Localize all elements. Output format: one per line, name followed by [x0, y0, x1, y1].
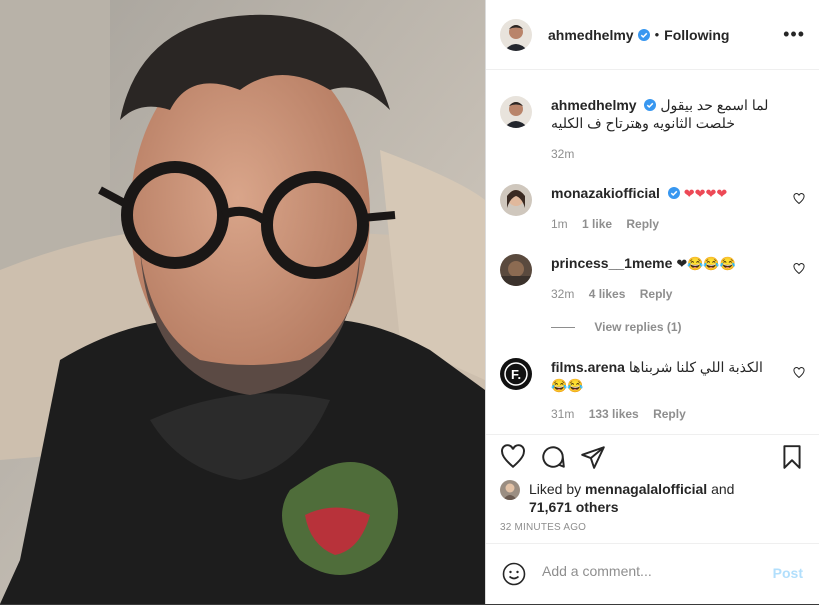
comment-time[interactable]: 1m	[551, 217, 568, 231]
comment-avatar[interactable]	[500, 254, 532, 286]
emoji-icon[interactable]	[502, 562, 526, 586]
post-timestamp[interactable]: 32 MINUTES AGO	[500, 522, 586, 533]
comment-body: princess__1meme ❤😂😂😂	[551, 254, 775, 273]
verified-badge-icon	[667, 187, 680, 199]
like-heart-icon[interactable]	[500, 444, 526, 470]
caption-username[interactable]: ahmedhelmy	[551, 97, 637, 113]
comments-list: ahmedhelmy لما اسمع حد بيقول خلصت الثانو…	[486, 70, 819, 435]
verified-badge-icon	[644, 99, 657, 111]
avatar-image	[500, 184, 532, 216]
post-image	[0, 0, 485, 604]
comment-avatar[interactable]: F.	[500, 358, 532, 390]
comment-username[interactable]: princess__1meme	[551, 255, 672, 271]
comment-text: ❤❤❤❤	[683, 186, 728, 201]
caption-time[interactable]: 32m	[551, 147, 574, 161]
reply-button[interactable]: Reply	[653, 407, 686, 421]
author-avatar[interactable]	[500, 18, 532, 51]
action-bar	[500, 444, 805, 472]
comment-time[interactable]: 32m	[551, 287, 574, 301]
post-header: ahmedhelmy • Following •••	[486, 0, 819, 70]
comment-meta: 31m 133 likes Reply	[551, 407, 697, 421]
comment-input[interactable]	[540, 562, 764, 580]
comment-meta: 1m 1 like Reply	[551, 217, 670, 231]
following-button[interactable]: Following	[664, 27, 729, 43]
comment-item: F. films.arena الكذبة اللي كلنا شربناها …	[500, 358, 805, 424]
comment-emoji: 😂😂	[551, 378, 584, 393]
comment-text: ❤😂😂😂	[676, 256, 736, 271]
liker-username[interactable]: menn­agalalofficial	[585, 481, 707, 497]
caption: ahmedhelmy لما اسمع حد بيقول خلصت الثانو…	[500, 96, 805, 161]
avatar-image	[500, 18, 532, 51]
svg-text:F.: F.	[511, 367, 521, 382]
view-replies[interactable]: View replies (1)	[551, 320, 693, 334]
author-username[interactable]: ahmedhelmy	[548, 27, 634, 43]
replies-divider	[551, 327, 575, 329]
reply-button[interactable]: Reply	[626, 217, 659, 231]
avatar-image	[500, 96, 532, 128]
reply-button[interactable]: Reply	[640, 287, 673, 301]
comment-meta: 32m 4 likes Reply	[551, 287, 683, 301]
comment-text: الكذبة اللي كلنا شربناها	[628, 359, 763, 375]
post-side-panel: ahmedhelmy • Following ••• ahmedhelmy لم…	[485, 0, 819, 604]
comment-icon[interactable]	[540, 444, 566, 470]
caption-meta: 32m	[551, 147, 585, 161]
avatar-image	[500, 254, 532, 286]
caption-avatar[interactable]	[500, 96, 532, 128]
view-replies-label[interactable]: View replies (1)	[594, 320, 681, 334]
share-icon[interactable]	[580, 444, 606, 470]
verified-badge-icon	[637, 28, 650, 41]
comment-time[interactable]: 31m	[551, 407, 574, 421]
likes-count[interactable]: 71,671 others	[529, 499, 619, 515]
liked-and-label: and	[711, 481, 735, 497]
comment-body: films.arena الكذبة اللي كلنا شربناها 😂😂	[551, 358, 775, 395]
separator-dot: •	[654, 27, 660, 42]
likes-summary: Liked by menn­agalalofficial and 71,671 …	[500, 480, 805, 516]
comment-likes[interactable]: 4 likes	[589, 287, 626, 301]
save-bookmark-icon[interactable]	[779, 444, 805, 470]
comment-username[interactable]: films.arena	[551, 359, 625, 375]
like-comment-heart-icon[interactable]	[793, 367, 805, 379]
post-comment-button[interactable]: Post	[773, 565, 803, 581]
liked-by-label: Liked by	[529, 481, 582, 497]
comment-username[interactable]: monazakiofficial	[551, 185, 660, 201]
comment-item: monazakiofficial ❤❤❤❤ 1m 1 like Reply	[500, 184, 805, 234]
comment-likes[interactable]: 1 like	[582, 217, 612, 231]
liker-avatar[interactable]	[500, 480, 520, 500]
avatar-image: F.	[500, 358, 532, 390]
more-options-icon[interactable]: •••	[783, 24, 805, 45]
caption-body: ahmedhelmy لما اسمع حد بيقول خلصت الثانو…	[551, 96, 805, 132]
like-comment-heart-icon[interactable]	[793, 193, 805, 205]
comment-likes[interactable]: 133 likes	[589, 407, 639, 421]
comment-body: monazakiofficial ❤❤❤❤	[551, 184, 775, 203]
add-comment-bar: Post	[486, 543, 819, 605]
post-photo[interactable]	[0, 0, 485, 604]
like-comment-heart-icon[interactable]	[793, 263, 805, 275]
comment-avatar[interactable]	[500, 184, 532, 216]
avatar-image	[500, 480, 520, 500]
comment-item: princess__1meme ❤😂😂😂 32m 4 likes Reply V…	[500, 254, 805, 334]
